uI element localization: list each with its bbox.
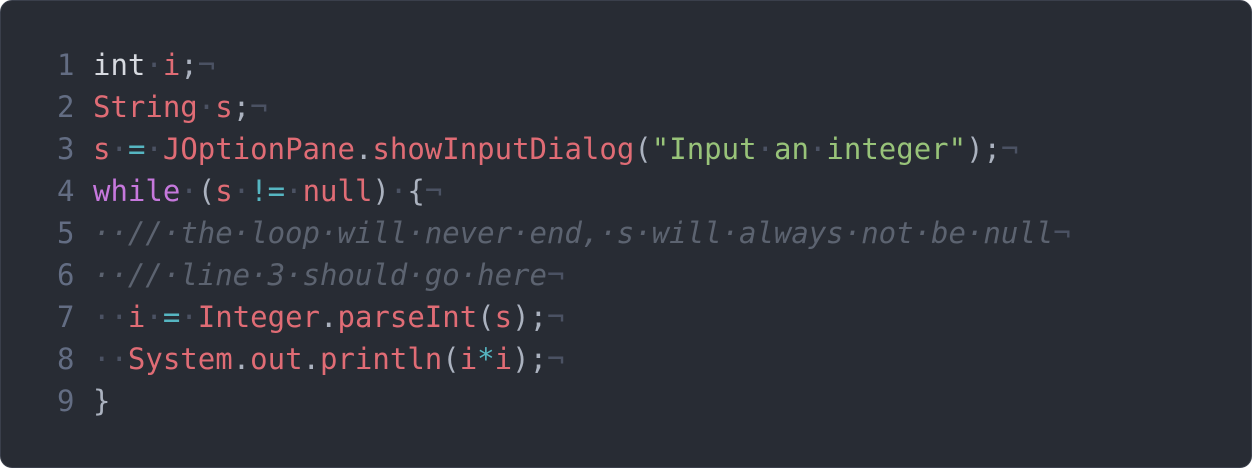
code-token: s <box>215 90 233 124</box>
code-token: = <box>127 132 146 166</box>
code-token: } <box>93 384 111 418</box>
line-number: 5 <box>57 216 75 250</box>
code-token: · <box>197 90 216 124</box>
code-token: = <box>162 300 181 334</box>
code-token: println <box>320 342 443 376</box>
line-number: 6 <box>57 258 75 292</box>
code-token: null <box>302 174 373 208</box>
code-token: ¬ <box>546 258 565 292</box>
code-token: i <box>494 342 513 376</box>
code-token: s <box>494 300 513 334</box>
code-token: "Input <box>651 132 757 166</box>
code-token: JOptionPane <box>162 132 355 166</box>
code-token: Integer <box>197 300 321 334</box>
code-token: * <box>477 342 495 376</box>
code-token: i <box>162 48 181 82</box>
code-token: ·· <box>93 300 128 334</box>
code-block[interactable]: 1 int·i;¬ 2 String·s;¬ 3 s·=·JOptionPane.show… <box>57 44 1071 422</box>
code-token: ¬ <box>250 90 268 124</box>
code-token: · <box>808 132 827 166</box>
code-token: · <box>145 132 163 166</box>
line-text[interactable]: ··System.out.println(i*i);¬ <box>93 338 565 380</box>
code-token: String <box>93 90 198 124</box>
code-line[interactable]: 7 ··i·=·Integer.parseInt(s);¬ <box>57 296 1071 338</box>
code-token: i <box>127 300 146 334</box>
code-token: s <box>215 174 233 208</box>
code-token: ( <box>197 174 216 208</box>
code-token: ( <box>477 300 495 334</box>
code-token: ) <box>372 174 390 208</box>
code-line[interactable]: 2 String·s;¬ <box>57 86 1071 128</box>
code-line[interactable]: 1 int·i;¬ <box>57 44 1071 86</box>
code-token: out <box>250 342 303 376</box>
code-token: ··//·line·3·should·go·here <box>93 258 547 292</box>
line-text[interactable]: ··i·=·Integer.parseInt(s);¬ <box>93 296 565 338</box>
code-token: i <box>459 342 478 376</box>
code-line[interactable]: 4 while·(s·!=·null)·{¬ <box>57 170 1071 212</box>
code-token: showInputDialog <box>372 132 635 166</box>
code-token: while <box>93 174 181 208</box>
line-text[interactable]: String·s;¬ <box>93 86 268 128</box>
code-token: ¬ <box>547 300 565 334</box>
code-token: s <box>93 132 111 166</box>
code-token: ); <box>966 132 1002 166</box>
code-token: ; <box>180 48 198 82</box>
line-text[interactable]: while·(s·!=·null)·{¬ <box>93 170 442 212</box>
code-token: ¬ <box>424 174 443 208</box>
line-number: 1 <box>57 48 75 82</box>
code-line[interactable]: 9} <box>57 380 1071 422</box>
code-token: · <box>232 174 251 208</box>
code-token: . <box>354 132 373 166</box>
code-line[interactable]: 8 ··System.out.println(i*i);¬ <box>57 338 1071 380</box>
code-token: · <box>389 174 408 208</box>
code-token: ); <box>512 342 548 376</box>
code-token: ¬ <box>547 342 565 376</box>
code-token: · <box>145 48 163 82</box>
code-token: ·· <box>93 342 128 376</box>
code-token: ¬ <box>1053 216 1071 250</box>
line-text[interactable]: ··//·line·3·should·go·here¬ <box>93 254 564 296</box>
line-number: 7 <box>57 300 75 334</box>
code-line[interactable]: 3 s·=·JOptionPane.showInputDialog("Input·… <box>57 128 1071 170</box>
code-token: . <box>320 300 338 334</box>
code-line[interactable]: 5 ··//·the·loop·will·never·end,·s·will·al… <box>57 212 1071 254</box>
code-token: · <box>110 132 128 166</box>
code-token: · <box>756 132 775 166</box>
line-text[interactable]: s·=·JOptionPane.showInputDialog("Input·a… <box>93 128 1018 170</box>
code-token: int <box>93 48 146 82</box>
code-line[interactable]: 6 ··//·line·3·should·go·here¬ <box>57 254 1071 296</box>
line-number: 4 <box>57 174 75 208</box>
line-text[interactable]: ··//·the·loop·will·never·end,·s·will·alw… <box>93 212 1071 254</box>
code-token: System <box>127 342 233 376</box>
line-number: 8 <box>57 342 75 376</box>
code-token: · <box>285 174 303 208</box>
line-text[interactable]: int·i;¬ <box>93 44 215 86</box>
code-token: . <box>302 342 321 376</box>
line-number: 9 <box>57 384 75 418</box>
code-editor[interactable]: 1 int·i;¬ 2 String·s;¬ 3 s·=·JOptionPane.show… <box>0 0 1252 468</box>
code-token: ; <box>232 90 251 124</box>
code-token: ( <box>442 342 460 376</box>
line-number: 2 <box>57 90 75 124</box>
code-token: ); <box>512 300 548 334</box>
line-number: 3 <box>57 132 75 166</box>
code-token: · <box>145 300 163 334</box>
line-text[interactable]: } <box>93 380 110 422</box>
code-token: ¬ <box>1001 132 1019 166</box>
code-token: ··//·the·loop·will·never·end,·s·will·alw… <box>93 216 1054 250</box>
code-token: ¬ <box>197 48 216 82</box>
code-token: ( <box>634 132 652 166</box>
code-token: integer" <box>826 132 967 166</box>
code-token: != <box>250 174 286 208</box>
code-token: parseInt <box>337 300 478 334</box>
code-token: { <box>407 174 425 208</box>
code-token: · <box>180 174 198 208</box>
code-token: an <box>774 132 809 166</box>
code-token: · <box>180 300 198 334</box>
code-token: . <box>232 342 251 376</box>
